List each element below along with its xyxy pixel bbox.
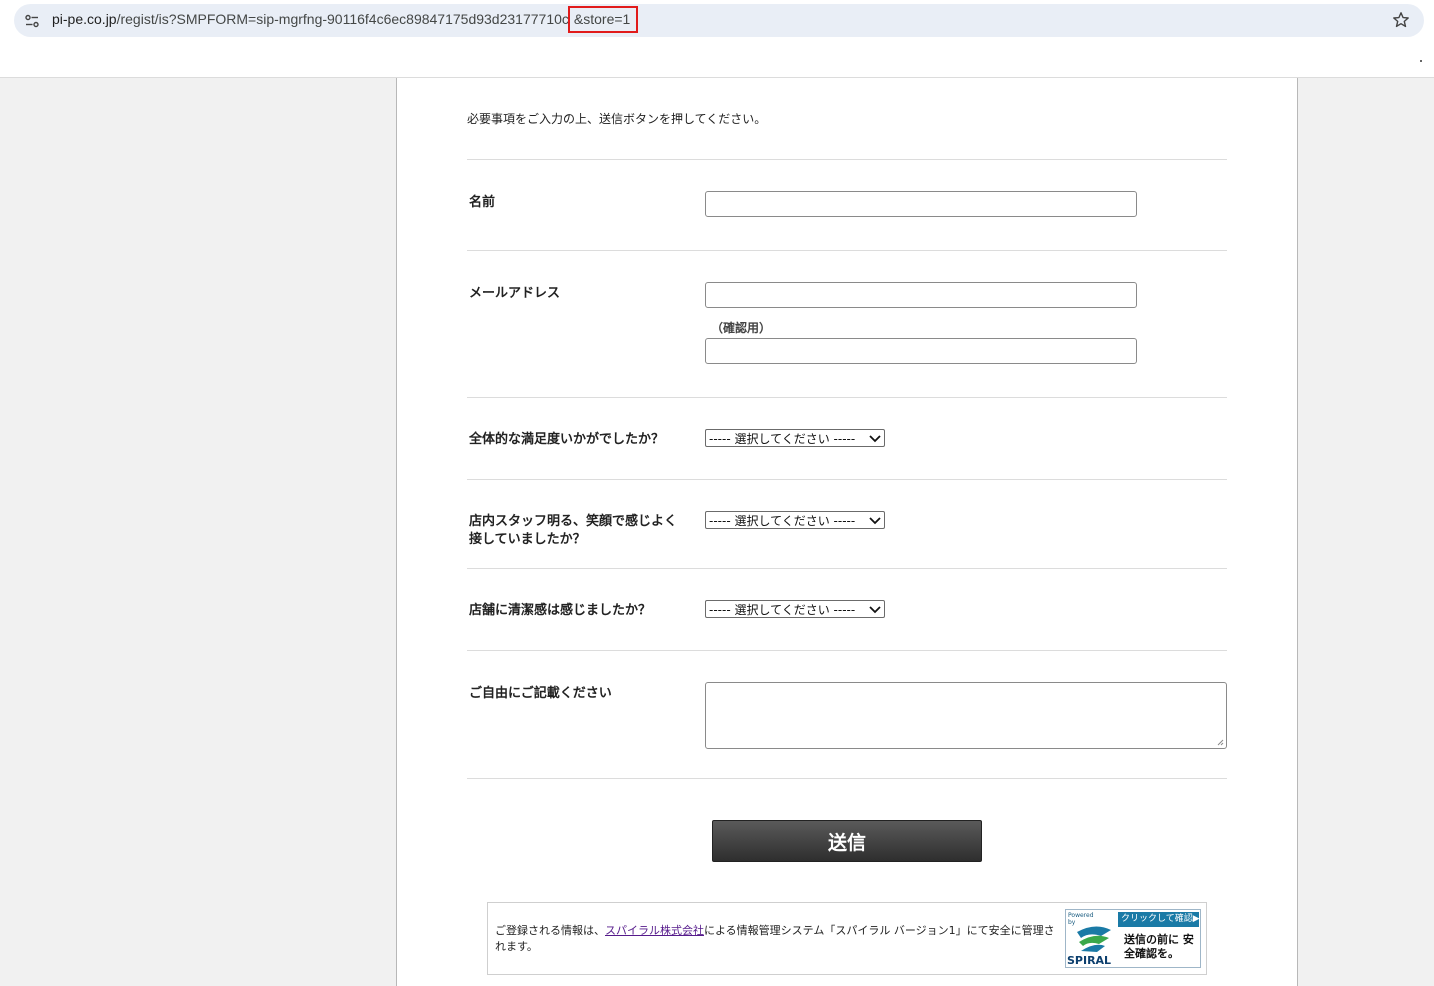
url-path: /regist/is?SMPFORM=sip-mgrfng-90116f4c6e… (116, 11, 569, 27)
q1-label: 全体的な満足度いかがでしたか？ (469, 432, 665, 447)
url-highlighted-param: &store=1 (567, 6, 639, 33)
url-host: pi-pe.co.jp (52, 11, 117, 27)
spiral-logo-icon (1077, 926, 1111, 952)
divider-dot (1420, 60, 1422, 62)
site-info-icon[interactable] (24, 13, 40, 29)
security-notice: ご登録される情報は、スパイラル株式会社による情報管理システム「スパイラル バージ… (487, 902, 1207, 975)
url-text[interactable]: pi-pe.co.jp/regist/is?SMPFORM=sip-mgrfng… (52, 6, 639, 33)
security-notice-text: ご登録される情報は、スパイラル株式会社による情報管理システム「スパイラル バージ… (495, 923, 1055, 955)
email-confirm-label: （確認用） (711, 321, 772, 335)
q1-row: 全体的な満足度いかがでしたか？ ----- 選択してください ----- (467, 397, 1227, 479)
spiral-security-badge[interactable]: Powered by クリックして確認▶ SPIRAL 送信の前に 安全確認を。 (1065, 909, 1201, 968)
q3-select[interactable]: ----- 選択してください ----- (705, 600, 885, 618)
comment-textarea[interactable] (705, 682, 1227, 749)
form-intro: 必要事項をご入力の上、送信ボタンを押してください。 (467, 112, 767, 126)
browser-toolbar: pi-pe.co.jp/regist/is?SMPFORM=sip-mgrfng… (0, 0, 1434, 78)
email-confirm-input[interactable] (705, 338, 1137, 364)
chevron-down-icon (869, 606, 881, 614)
name-row: 名前 (467, 159, 1227, 250)
badge-click-banner: クリックして確認▶ (1118, 912, 1200, 927)
q3-label: 店舗に清潔感は感じましたか？ (469, 603, 652, 618)
name-input[interactable] (705, 191, 1137, 217)
badge-message: 送信の前に 安全確認を。 (1124, 933, 1194, 960)
q2-select-value: ----- 選択してください ----- (709, 513, 856, 528)
bookmark-star-icon[interactable] (1392, 11, 1410, 29)
email-input[interactable] (705, 282, 1137, 308)
spiral-company-link[interactable]: スパイラル株式会社 (605, 924, 704, 937)
notice-text-before: ご登録される情報は、 (495, 924, 605, 937)
q1-select-value: ----- 選択してください ----- (709, 431, 856, 446)
q1-select[interactable]: ----- 選択してください ----- (705, 429, 885, 447)
comment-label: ご自由にご記載ください (469, 686, 612, 701)
comment-row: ご自由にご記載ください (467, 650, 1227, 779)
chevron-down-icon (869, 435, 881, 443)
q3-select-value: ----- 選択してください ----- (709, 602, 856, 617)
q2-row: 店内スタッフ明る、笑顔で感じよく接していましたか？ ----- 選択してください… (467, 479, 1227, 568)
address-bar[interactable]: pi-pe.co.jp/regist/is?SMPFORM=sip-mgrfng… (14, 4, 1424, 37)
email-label: メールアドレス (469, 286, 561, 301)
resize-grip-icon[interactable] (1217, 739, 1224, 746)
badge-logo-text: SPIRAL (1067, 954, 1112, 967)
q2-select[interactable]: ----- 選択してください ----- (705, 511, 885, 529)
name-label: 名前 (469, 195, 496, 210)
q2-label: 店内スタッフ明る、笑顔で感じよく接していましたか？ (469, 514, 678, 547)
form-card: 必要事項をご入力の上、送信ボタンを押してください。 名前 メールアドレス （確認… (396, 78, 1298, 986)
email-row: メールアドレス （確認用） (467, 250, 1227, 397)
submit-button[interactable]: 送信 (712, 820, 982, 862)
chevron-down-icon (869, 517, 881, 525)
q3-row: 店舗に清潔感は感じましたか？ ----- 選択してください ----- (467, 568, 1227, 650)
